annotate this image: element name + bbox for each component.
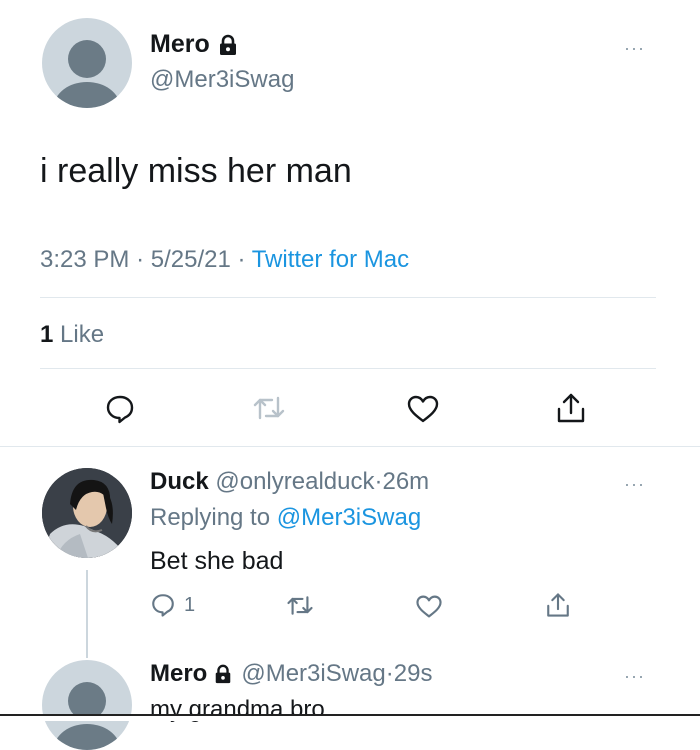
tweet-source-link[interactable]: Twitter for Mac <box>252 246 409 273</box>
handle[interactable]: @Mer3iSwag <box>241 660 385 688</box>
avatar[interactable] <box>42 660 132 750</box>
handle[interactable]: @Mer3iSwag <box>150 66 294 94</box>
avatar[interactable] <box>42 468 132 558</box>
avatar[interactable] <box>42 18 132 108</box>
like-icon[interactable] <box>406 394 440 424</box>
reply-age[interactable]: 26m <box>382 468 429 495</box>
reply-button[interactable]: 1 <box>150 592 195 618</box>
more-options-button[interactable]: ··· <box>624 474 645 495</box>
like-icon[interactable] <box>415 594 443 619</box>
tweet-time: 3:23 PM <box>40 246 130 273</box>
replying-to: Replying to @Mer3iSwag <box>150 504 421 532</box>
share-icon[interactable] <box>545 591 571 619</box>
separator: · <box>385 660 394 687</box>
tweet-timestamp: 3:23 PM · 5/25/21 · Twitter for Mac <box>40 246 409 274</box>
reply-icon[interactable] <box>104 393 136 425</box>
replying-to-label: Replying to <box>150 504 271 531</box>
divider <box>0 714 700 721</box>
reply-age[interactable]: 29s <box>394 660 433 688</box>
likes-stat[interactable]: 1 Like <box>40 321 104 349</box>
display-name[interactable]: Mero <box>150 660 207 688</box>
separator: · <box>136 246 145 273</box>
reply-count: 1 <box>184 593 196 616</box>
replying-to-link[interactable]: @Mer3iSwag <box>277 504 421 531</box>
lock-icon <box>217 34 239 56</box>
share-icon[interactable] <box>555 391 587 425</box>
more-options-button[interactable]: ··· <box>624 666 645 687</box>
retweet-icon[interactable] <box>286 593 314 618</box>
like-label: Like <box>60 321 105 348</box>
separator: · <box>237 246 246 273</box>
thread-line <box>86 570 88 658</box>
divider <box>40 368 656 369</box>
lock-icon <box>213 664 233 684</box>
tweet-text: i really miss her man <box>40 152 352 190</box>
tweet-date: 5/25/21 <box>150 246 231 273</box>
display-name[interactable]: Mero <box>150 30 210 59</box>
handle[interactable]: @onlyrealduck <box>215 468 374 495</box>
divider <box>40 297 656 298</box>
retweet-icon <box>252 393 286 423</box>
more-options-button[interactable]: ··· <box>624 38 645 59</box>
divider <box>0 446 700 447</box>
like-count: 1 <box>40 321 54 348</box>
display-name[interactable]: Duck <box>150 468 209 495</box>
reply-icon <box>150 592 176 618</box>
reply-text: Bet she bad <box>150 547 284 575</box>
